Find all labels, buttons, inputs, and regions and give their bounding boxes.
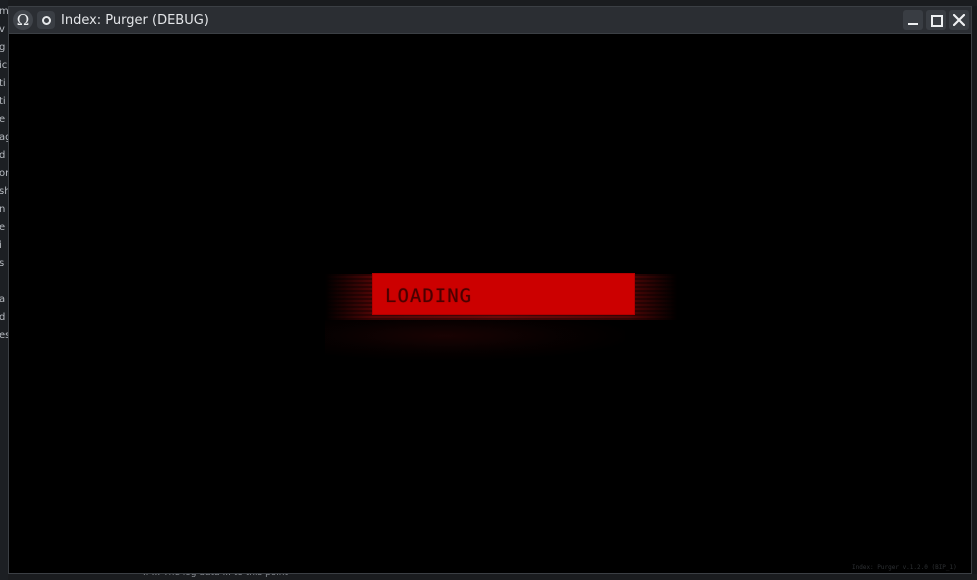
background-text: v [0,24,5,35]
pin-icon[interactable] [37,11,55,29]
background-text: g [0,42,6,53]
background-text: e [0,114,6,125]
loading-label: LOADING [385,285,473,307]
background-app-bottom: If ... The log data ... to this point [8,568,977,580]
window-title: Index: Purger (DEBUG) [61,13,209,28]
background-text: ic [0,60,8,71]
background-text: or [0,168,8,179]
title-bar[interactable]: Ω Index: Purger (DEBUG) [9,7,971,34]
background-text: m [0,6,8,17]
close-icon [953,14,965,26]
background-text: n [0,204,6,215]
loading-bar: LOADING [373,274,634,314]
background-text: d [0,312,6,323]
background-text: i [0,240,2,251]
background-text: ti [0,78,6,89]
background-text: es [0,330,8,341]
background-text: ti [0,96,6,107]
background-text: e [0,222,6,233]
background-text: a [0,294,6,305]
background-text [0,273,8,291]
background-app-sidebar: m v g ic ti ti e ag d or sh n e i s a d … [0,0,8,580]
game-window: Ω Index: Purger (DEBUG) LOADING Index: P… [8,6,972,574]
close-button[interactable] [949,10,969,30]
background-text: ag [0,132,8,143]
version-label: Index: Purger v.1.2.0 (BIP_1) [852,564,957,571]
loading-shadow [325,320,625,360]
game-canvas[interactable]: LOADING Index: Purger v.1.2.0 (BIP_1) [9,34,971,573]
background-text: sh [0,186,8,197]
maximize-button[interactable] [926,10,946,30]
background-text: d [0,150,6,161]
omega-app-icon[interactable]: Ω [13,10,33,30]
minimize-button[interactable] [903,10,923,30]
background-text: s [0,258,5,269]
